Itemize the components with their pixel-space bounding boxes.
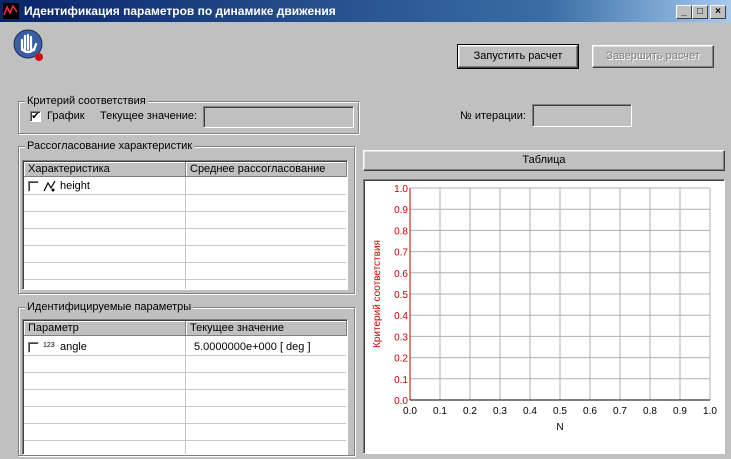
stop-calculation-button[interactable]: Завершить расчет [592,45,714,68]
mismatch-group-label: Рассогласование характеристик [25,140,195,152]
x-axis-label: N [556,422,563,433]
table-row [24,229,346,246]
table-row [24,407,346,424]
criterion-chart: 0.0 0.1 0.2 0.3 0.4 0.5 0.6 0.7 0.8 0.9 1.0 0.0 0.1 0… [372,184,717,433]
x-tick-label: 0.3 [493,406,507,417]
app-icon [3,3,19,19]
table-row [24,356,346,373]
y-tick-label: 0.2 [394,354,408,365]
current-value-label: Текущее значение: [100,110,198,122]
params-table[interactable]: Параметр Текущее значение 123 angle 5.00… [22,319,348,455]
y-tick-label: 0.1 [394,375,408,386]
column-header-mean-mismatch[interactable]: Среднее рассогласование [186,162,347,177]
y-tick-label: 0.4 [394,311,408,322]
row-checkbox[interactable] [28,342,39,353]
y-tick-label: 0.0 [394,396,408,407]
params-group-label: Идентифицируемые параметры [25,301,194,313]
window-title: Идентификация параметров по динамике дви… [24,4,336,18]
y-tick-label: 0.9 [394,205,408,216]
table-row [24,390,346,407]
numeric-type-icon: 123 [43,342,55,349]
table-row [24,246,346,263]
y-tick-label: 0.6 [394,269,408,280]
x-tick-label: 0.4 [523,406,537,417]
table-button[interactable]: Таблица [363,150,725,171]
graph-checkbox-label: График [47,110,85,122]
start-calculation-button[interactable]: Запустить расчет [457,44,579,69]
table-row [24,424,346,441]
minimize-button[interactable]: _ [676,5,692,19]
y-tick-label: 0.7 [394,248,408,259]
x-tick-label: 0.0 [403,406,417,417]
column-header-parameter[interactable]: Параметр [24,321,186,336]
curve-icon [43,179,57,193]
x-tick-label: 0.5 [553,406,567,417]
column-header-characteristic[interactable]: Характеристика [24,162,186,177]
current-value-field[interactable] [203,106,354,128]
iteration-label: № итерации: [460,110,526,122]
x-tick-label: 0.9 [673,406,687,417]
title-bar[interactable]: Идентификация параметров по динамике дви… [0,0,731,22]
y-tick-label: 0.8 [394,226,408,237]
graph-checkbox[interactable]: ✔ [30,111,41,122]
y-tick-label: 0.3 [394,332,408,343]
table-row [24,212,346,229]
table-row[interactable]: 123 angle 5.0000000e+000 [ deg ] [24,339,346,356]
table-row [24,373,346,390]
row-checkbox[interactable] [28,181,39,192]
y-tick-label: 0.5 [394,290,408,301]
iteration-field[interactable] [532,104,632,127]
table-row [24,263,346,280]
x-tick-label: 1.0 [703,406,717,417]
x-tick-label: 0.1 [433,406,447,417]
y-axis-label: Критерий соответствия [372,240,383,348]
hand-stop-icon[interactable] [12,28,46,62]
row-name: height [60,180,90,192]
row-value: 5.0000000e+000 [ deg ] [194,341,311,353]
y-tick-label: 1.0 [394,184,408,195]
x-tick-label: 0.2 [463,406,477,417]
criterion-group-label: Критерий соответствия [25,95,148,107]
table-row[interactable]: height [24,178,346,195]
maximize-button[interactable]: □ [692,5,708,19]
table-row [24,195,346,212]
row-name: angle [60,341,87,353]
column-header-current-value[interactable]: Текущее значение [186,321,347,336]
x-tick-label: 0.6 [583,406,597,417]
x-tick-label: 0.8 [643,406,657,417]
x-tick-label: 0.7 [613,406,627,417]
chart-panel[interactable]: 0.0 0.1 0.2 0.3 0.4 0.5 0.6 0.7 0.8 0.9 1.0 0.0 0.1 0… [363,179,725,454]
mismatch-table[interactable]: Характеристика Среднее рассогласование h… [22,160,348,290]
close-button[interactable]: × [710,5,726,19]
